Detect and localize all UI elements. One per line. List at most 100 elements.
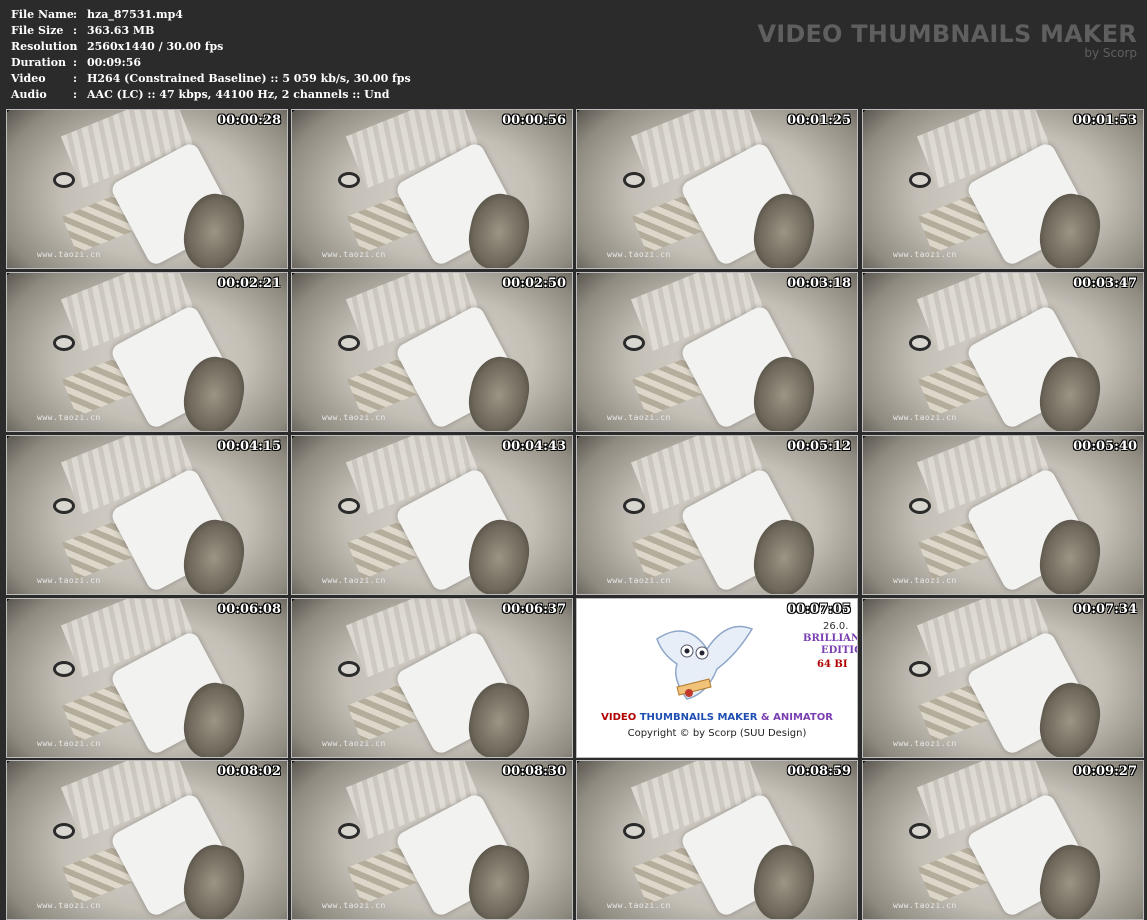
clock-icon [53, 498, 75, 514]
clock-icon [338, 172, 360, 188]
thumbnail-timestamp: 00:04:43 [502, 439, 566, 454]
file-info-separator: : [73, 24, 78, 37]
file-info-row: File Name: hza_87531.mp4 [11, 7, 411, 23]
thumbnail-watermark: www.taozi.cn [322, 250, 386, 259]
file-info-value: hza_87531.mp4 [87, 8, 183, 21]
thumbnail-scene [7, 273, 287, 431]
thumbnail-scene [292, 110, 572, 268]
thumbnail-timestamp: 00:03:47 [1073, 276, 1137, 291]
ad-version: 26.0. [823, 621, 849, 632]
file-info-value: AAC (LC) :: 47 kbps, 44100 Hz, 2 channel… [87, 88, 390, 101]
thumbnail-timestamp: 00:02:21 [217, 276, 281, 291]
thumbnails-maker-ad: 26.0.BRILLIANCEDITIO 64 BI VIDEO THUMBNAIL… [576, 598, 858, 758]
file-info-separator: : [73, 56, 78, 69]
video-thumbnail[interactable]: www.taozi.cn 00:08:02 [6, 760, 288, 920]
ad-edition: BRILLIANC [803, 633, 857, 644]
thumbnail-timestamp: 00:08:02 [217, 764, 281, 779]
thumbnail-scene [292, 273, 572, 431]
clock-icon [53, 335, 75, 351]
video-thumbnail[interactable]: www.taozi.cn 00:02:21 [6, 272, 288, 432]
thumbnail-timestamp: 00:04:15 [217, 439, 281, 454]
thumbnail-watermark: www.taozi.cn [37, 739, 101, 748]
thumbnail-timestamp: 00:01:53 [1073, 113, 1137, 128]
file-info-row: Resolution:2560x1440 / 30.00 fps [11, 39, 411, 55]
video-thumbnail[interactable]: www.taozi.cn 00:08:59 [576, 760, 858, 920]
thumbnail-scene [863, 599, 1143, 757]
clock-icon [338, 661, 360, 677]
thumbnail-scene [292, 761, 572, 919]
video-thumbnail[interactable]: www.taozi.cn 00:06:37 [291, 598, 573, 758]
thumbnail-timestamp: 00:05:40 [1073, 439, 1137, 454]
thumbnail-watermark: www.taozi.cn [893, 250, 957, 259]
clock-icon [909, 823, 931, 839]
video-thumbnail[interactable]: www.taozi.cn 00:03:18 [576, 272, 858, 432]
thumbnail-watermark: www.taozi.cn [322, 576, 386, 585]
file-info-row: Video: H264 (Constrained Baseline) :: 5 0… [11, 71, 411, 87]
thumbnail-watermark: www.taozi.cn [322, 739, 386, 748]
file-info-row: File Size:363.63 MB [11, 23, 411, 39]
video-thumbnail[interactable]: www.taozi.cn 00:02:50 [291, 272, 573, 432]
thumbnail-scene [292, 436, 572, 594]
video-thumbnail[interactable]: www.taozi.cn 00:00:56 [291, 109, 573, 269]
clock-icon [623, 172, 645, 188]
ad-bits: 64 BI [817, 659, 848, 670]
thumbnail-timestamp: 00:00:28 [217, 113, 281, 128]
video-thumbnail[interactable]: www.taozi.cn 00:06:08 [6, 598, 288, 758]
thumbnail-grid: www.taozi.cn 00:00:28 www.taozi.cn 00:00:56… [6, 109, 1144, 920]
owl-logo-icon [656, 625, 754, 700]
clock-icon [338, 498, 360, 514]
video-thumbnail[interactable]: www.taozi.cn 00:04:43 [291, 435, 573, 595]
file-info-value: 00:09:56 [87, 56, 142, 69]
video-thumbnail[interactable]: www.taozi.cn 00:01:53 [862, 109, 1144, 269]
video-thumbnail[interactable]: www.taozi.cn 00:07:34 [862, 598, 1144, 758]
thumbnail-watermark: www.taozi.cn [893, 901, 957, 910]
file-info-separator: : [73, 8, 78, 21]
thumbnail-scene [863, 273, 1143, 431]
ad-title: VIDEO THUMBNAILS MAKER & ANIMATOR [601, 712, 833, 723]
clock-icon [623, 823, 645, 839]
thumbnail-watermark: www.taozi.cn [37, 576, 101, 585]
file-info: File Name: hza_87531.mp4 File Size:363.63 … [11, 7, 411, 103]
brand-title: VIDEO THUMBNAILS MAKER [757, 20, 1137, 48]
video-thumbnail[interactable]: www.taozi.cn 00:01:25 [576, 109, 858, 269]
thumbnail-watermark: www.taozi.cn [893, 413, 957, 422]
video-thumbnail[interactable]: www.taozi.cn 00:00:28 [6, 109, 288, 269]
thumbnail-scene [863, 436, 1143, 594]
thumbnail-watermark: www.taozi.cn [322, 901, 386, 910]
thumbnail-watermark: www.taozi.cn [322, 413, 386, 422]
file-info-row: Audio: AAC (LC) :: 47 kbps, 44100 Hz, 2 c… [11, 87, 411, 103]
video-thumbnail[interactable]: www.taozi.cn 00:05:12 [576, 435, 858, 595]
thumbnail-timestamp: 00:02:50 [502, 276, 566, 291]
clock-icon [53, 823, 75, 839]
file-info-value: H264 (Constrained Baseline) :: 5 059 kb/… [87, 72, 411, 85]
thumbnail-timestamp: 00:03:18 [787, 276, 851, 291]
thumbnail-watermark: www.taozi.cn [607, 576, 671, 585]
clock-icon [909, 172, 931, 188]
video-thumbnail[interactable]: www.taozi.cn 00:04:15 [6, 435, 288, 595]
clock-icon [53, 172, 75, 188]
thumbnail-scene [7, 110, 287, 268]
video-thumbnail[interactable]: www.taozi.cn 00:09:27 [862, 760, 1144, 920]
thumbnail-scene [7, 436, 287, 594]
file-info-row: Duration:00:09:56 [11, 55, 411, 71]
thumbnail-watermark: www.taozi.cn [37, 250, 101, 259]
file-info-separator: : [73, 40, 78, 53]
thumbnail-watermark: www.taozi.cn [607, 901, 671, 910]
thumbnail-watermark: www.taozi.cn [893, 576, 957, 585]
video-thumbnail[interactable]: www.taozi.cn 00:08:30 [291, 760, 573, 920]
thumbnail-timestamp: 00:08:30 [502, 764, 566, 779]
ad-copyright: Copyright © by Scorp (SUU Design) [627, 728, 807, 739]
thumbnail-scene [577, 110, 857, 268]
thumbnail-timestamp: 00:09:27 [1073, 764, 1137, 779]
thumbnail-watermark: www.taozi.cn [607, 413, 671, 422]
thumbnail-timestamp: 00:06:37 [502, 602, 566, 617]
thumbnail-scene [7, 761, 287, 919]
thumbnail-timestamp: 00:01:25 [787, 113, 851, 128]
video-thumbnail[interactable]: www.taozi.cn 00:03:47 [862, 272, 1144, 432]
thumbnail-timestamp: 00:07:34 [1073, 602, 1137, 617]
file-info-value: 363.63 MB [87, 24, 155, 37]
video-thumbnail[interactable]: www.taozi.cn 00:05:40 [862, 435, 1144, 595]
file-info-label: Video [11, 72, 46, 85]
brand-logo: VIDEO THUMBNAILS MAKER by Scorp [757, 20, 1137, 59]
thumbnail-scene [863, 110, 1143, 268]
